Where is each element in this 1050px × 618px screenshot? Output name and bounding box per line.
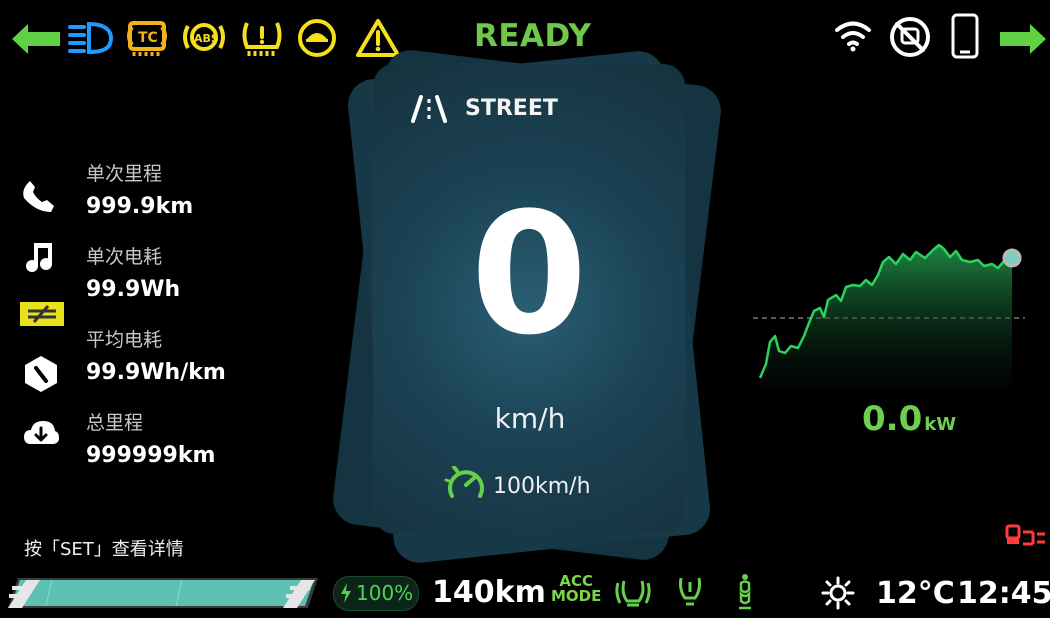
acc-mode-line-2: MODE — [551, 587, 602, 605]
ready-status: READY — [474, 18, 592, 54]
seat-heater-icon — [676, 574, 704, 610]
trip-distance-value: 999.9km — [86, 194, 194, 219]
total-distance-label: 总里程 — [86, 412, 144, 434]
driver-seat-icon — [734, 572, 756, 612]
tire-pressure-icon — [239, 17, 285, 57]
phone-icon — [20, 178, 58, 216]
power-graph — [748, 240, 1038, 390]
headlight-icon — [68, 20, 114, 56]
download-cloud-icon — [21, 416, 61, 452]
lane-warning-icon — [20, 302, 64, 326]
set-hint-text: 按「SET」查看详情 — [24, 539, 184, 560]
traction-control-icon: TC — [124, 17, 170, 57]
svg-text:TC: TC — [138, 30, 158, 46]
steering-seat-icon — [614, 575, 652, 609]
trip-distance-label: 单次里程 — [86, 163, 163, 185]
average-consumption-value: 99.9Wh/km — [86, 360, 226, 385]
acc-mode: ACC MODE — [551, 574, 601, 604]
trip-consumption-label: 单次电耗 — [86, 246, 163, 268]
right-turn-signal-icon — [1000, 24, 1046, 54]
power-output: 0.0 kW — [862, 399, 956, 439]
svg-text:ABS: ABS — [194, 32, 219, 45]
abs-icon: ABS — [180, 18, 228, 56]
average-consumption-label: 平均电耗 — [86, 329, 163, 351]
eco-turtle-icon — [296, 17, 338, 59]
speed-limit-icon — [444, 465, 488, 504]
camera-off-icon — [887, 14, 933, 60]
speed-limit-value: 100km/h — [493, 474, 591, 499]
total-distance-value: 999999km — [86, 443, 216, 468]
speed-unit: km/h — [494, 402, 566, 435]
power-value: 0.0 — [862, 399, 923, 439]
navigation-diamond-icon — [21, 354, 61, 394]
warning-triangle-icon — [355, 18, 401, 58]
speed-value: 0 — [470, 176, 588, 372]
drive-mode-label: STREET — [465, 96, 558, 121]
clock-time: 12:45 — [957, 576, 1050, 611]
battery-percent: 100% — [356, 581, 414, 605]
trip-consumption-value: 99.9Wh — [86, 277, 181, 302]
outside-temperature: 12°C — [876, 576, 955, 611]
phone-device-icon — [950, 13, 980, 61]
battery-level-bar — [8, 576, 328, 610]
sun-icon — [821, 576, 855, 610]
power-unit: kW — [924, 414, 957, 435]
left-turn-signal-icon — [12, 24, 60, 54]
range-value: 140km — [432, 575, 546, 610]
road-lane-icon — [403, 95, 455, 123]
wifi-icon — [834, 19, 872, 53]
charge-plug-icon — [1005, 524, 1047, 552]
music-note-icon — [24, 239, 58, 275]
battery-bolt-icon — [340, 583, 352, 603]
